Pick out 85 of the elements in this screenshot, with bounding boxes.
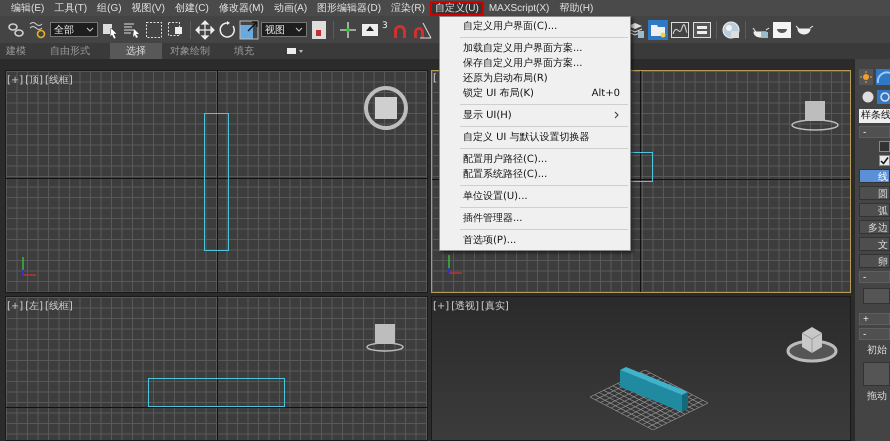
menu-option[interactable]: 保存自定义用户界面方案... — [440, 56, 630, 70]
menu-option[interactable]: 首选项(P)... — [440, 232, 630, 248]
menu-item[interactable]: 自定义(U) — [430, 0, 484, 16]
curve-editor-icon[interactable] — [670, 20, 690, 40]
viewport-label-menu[interactable]: [左] — [25, 299, 43, 313]
menu-item[interactable]: 图形编辑器(D) — [312, 0, 386, 16]
arc-icon[interactable] — [876, 69, 890, 85]
box-object-drawing — [620, 367, 688, 412]
menu-option[interactable]: 自定义用户界面(C)... — [440, 18, 630, 34]
menu-item[interactable]: 创建(C) — [170, 0, 214, 16]
dashed-rectangle-icon[interactable] — [144, 20, 164, 40]
viewport-label-menu[interactable]: [+] — [7, 73, 24, 87]
teapot-icon[interactable] — [772, 20, 792, 40]
coordinate-dropdown[interactable]: 视图 — [261, 22, 307, 37]
input-field[interactable] — [863, 288, 890, 304]
viewport-label-menu[interactable]: [+] — [7, 299, 24, 313]
chevron-right-icon — [614, 111, 620, 119]
shortcut-text: Alt+0 — [592, 88, 620, 98]
selected-shape-outline — [629, 152, 653, 182]
viewcube-icon[interactable] — [363, 85, 409, 131]
viewport-label-menu[interactable]: [线框] — [45, 299, 73, 313]
dropdown-toggle-icon[interactable] — [286, 47, 304, 55]
checkbox[interactable] — [879, 141, 890, 152]
checkmark-icon — [880, 156, 889, 165]
menu-item[interactable]: 渲染(R) — [386, 0, 430, 16]
scale-icon[interactable] — [239, 20, 259, 40]
rollout-toggle[interactable]: - — [859, 271, 890, 283]
rollout-toggle[interactable]: - — [859, 126, 890, 138]
shapes-icon[interactable] — [877, 90, 890, 104]
move-icon[interactable] — [195, 20, 215, 40]
folder-icon[interactable] — [648, 20, 668, 40]
group-label: 拖动 — [867, 390, 888, 403]
viewport-label-menu[interactable]: [透视] — [451, 299, 479, 313]
axis-tripod-icon — [446, 254, 464, 276]
caret-icon — [86, 27, 94, 32]
sun-icon[interactable] — [859, 69, 873, 85]
checkbox[interactable] — [879, 155, 890, 166]
group-panel — [863, 362, 890, 386]
ribbon-tab[interactable]: 选择 — [110, 43, 162, 59]
selection-filter-dropdown[interactable]: 全部 — [50, 22, 98, 37]
crosshair-icon[interactable] — [338, 20, 358, 40]
menu-item[interactable]: 视图(V) — [126, 0, 170, 16]
rotate-icon[interactable] — [217, 20, 237, 40]
ribbon-tab[interactable]: 对象绘制 — [166, 43, 226, 59]
ribbon-tab[interactable]: 建模 — [2, 43, 42, 59]
menu-item[interactable]: 组(G) — [92, 0, 127, 16]
viewport-label-menu[interactable]: [ — [433, 73, 437, 84]
viewcube-icon[interactable] — [790, 99, 840, 133]
viewport-label-menu[interactable]: [线框] — [45, 73, 73, 87]
menu-option[interactable]: 锁定 UI 布局(K) Alt+0 — [440, 86, 630, 100]
menu-item[interactable]: 动画(A) — [268, 0, 312, 16]
object-type-button[interactable]: 卵 — [859, 254, 890, 268]
menu-option[interactable]: 还原为启动布局(R) — [440, 70, 630, 86]
object-type-button[interactable]: 圆 — [859, 186, 890, 200]
object-type-button[interactable]: 弧 — [859, 203, 890, 217]
axis-tripod-icon — [20, 256, 38, 278]
menu-item[interactable]: 编辑(E) — [6, 0, 50, 16]
sphere-icon[interactable] — [862, 91, 874, 103]
caret-icon — [295, 27, 303, 32]
sphere-icon[interactable] — [720, 20, 741, 40]
object-type-button[interactable]: 多边 — [859, 220, 890, 234]
viewport-label-menu[interactable]: [顶] — [25, 73, 43, 87]
menu-option[interactable]: 自定义 UI 与默认设置切换器 — [440, 130, 630, 144]
rollout-toggle[interactable]: + — [859, 313, 890, 325]
menu-option[interactable]: 插件管理器... — [440, 210, 630, 226]
viewport-label-menu[interactable]: [真实] — [481, 299, 509, 313]
object-type-button[interactable]: 文 — [859, 237, 890, 251]
menu-item[interactable]: 帮助(H) — [554, 0, 598, 16]
rollout-toggle[interactable]: - — [859, 328, 890, 340]
menu-item[interactable]: MAXScript(X) — [484, 0, 554, 16]
group-label: 初始 — [867, 344, 888, 357]
menu-option[interactable]: 加载自定义用户界面方案... — [440, 40, 630, 56]
schematic-icon[interactable] — [692, 20, 712, 40]
ribbon-tab[interactable]: 填充 — [230, 43, 270, 59]
menu-option[interactable]: 配置用户路径(C)... — [440, 152, 630, 166]
menu-item[interactable]: 修改器(M) — [214, 0, 269, 16]
menu-option[interactable]: 显示 UI(H) — [440, 108, 630, 122]
menu-item[interactable]: 工具(T) — [49, 0, 92, 16]
pivot-icon[interactable] — [309, 20, 329, 40]
menu-option[interactable]: 单位设置(U)... — [440, 188, 630, 204]
menu-option[interactable]: 配置系统路径(C)... — [440, 166, 630, 182]
ribbon-tab[interactable]: 自由形式 — [46, 43, 106, 59]
viewport-label-menu[interactable]: [+] — [433, 299, 450, 313]
wave-icon[interactable] — [28, 20, 48, 40]
snap-count-text: 3 — [382, 21, 388, 31]
